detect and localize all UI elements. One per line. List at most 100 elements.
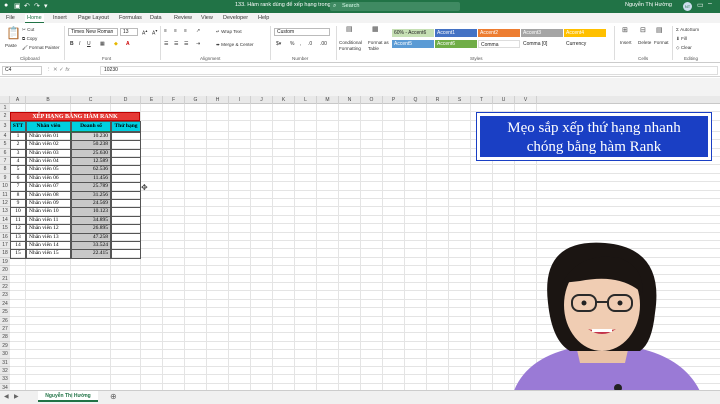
row-header-10[interactable]: 10 — [0, 182, 10, 191]
insert-cells-icon[interactable]: ⊞ — [622, 26, 628, 34]
clear-button[interactable]: ◇ Clear — [676, 45, 692, 51]
header-rank[interactable]: Thứ hạng — [111, 120, 141, 132]
style-accent4[interactable]: Accent4 — [564, 29, 606, 37]
style-60-accent6[interactable]: 60% - Accent6 — [392, 29, 434, 37]
row-header-33[interactable]: 33 — [0, 375, 10, 384]
row-header-32[interactable]: 32 — [0, 367, 10, 376]
row-header-1[interactable]: 1 — [0, 104, 10, 113]
select-all-corner[interactable] — [0, 96, 10, 104]
column-header-l[interactable]: L — [295, 96, 317, 104]
decrease-decimal-icon[interactable]: .00 — [320, 41, 327, 47]
align-middle-icon[interactable]: ≡ — [174, 28, 177, 34]
comma-style-icon[interactable]: , — [300, 41, 301, 47]
column-header-h[interactable]: H — [207, 96, 229, 104]
column-header-v[interactable]: V — [515, 96, 537, 104]
tab-view[interactable]: View — [199, 14, 215, 23]
fill-color-icon[interactable]: ◆ — [114, 41, 118, 47]
style-currency[interactable]: Currency — [564, 40, 606, 48]
percent-icon[interactable]: % — [290, 41, 294, 47]
row-header-2[interactable]: 2 — [0, 112, 10, 121]
copy-button[interactable]: ⧉ Copy — [22, 36, 37, 41]
column-header-g[interactable]: G — [185, 96, 207, 104]
row-header-4[interactable]: 4 — [0, 131, 10, 141]
format-as-table-button[interactable]: Format as Table — [368, 40, 390, 52]
orientation-icon[interactable]: ↗ — [196, 28, 200, 34]
row-header-31[interactable]: 31 — [0, 358, 10, 367]
number-format-select[interactable]: Custom — [274, 28, 330, 36]
cell-sales[interactable]: 22.415 — [71, 249, 111, 259]
row-header-5[interactable]: 5 — [0, 140, 10, 149]
row-header-25[interactable]: 25 — [0, 308, 10, 317]
style-comma-0[interactable]: Comma [0] — [521, 40, 563, 48]
tab-file[interactable]: File — [4, 14, 17, 23]
cut-button[interactable]: ✂ Cut — [22, 27, 34, 33]
column-header-r[interactable]: R — [427, 96, 449, 104]
style-accent6[interactable]: Accent6 — [435, 40, 477, 48]
row-header-18[interactable]: 18 — [0, 249, 10, 258]
borders-icon[interactable]: ▦ — [100, 41, 105, 47]
fx-icon[interactable]: ⋮ ✕ ✓ fx — [46, 67, 70, 73]
customize-qat-icon[interactable]: ▾ — [44, 2, 48, 10]
bold-button[interactable]: B — [70, 41, 74, 47]
column-header-n[interactable]: N — [339, 96, 361, 104]
autosum-button[interactable]: Σ AutoSum — [676, 27, 699, 32]
font-name-select[interactable]: Times New Roman — [68, 28, 118, 36]
style-comma[interactable]: Comma — [478, 40, 520, 48]
row-header-22[interactable]: 22 — [0, 283, 10, 292]
format-as-table-icon[interactable]: ▦ — [372, 25, 379, 33]
column-header-a[interactable]: A — [10, 96, 26, 104]
row-header-19[interactable]: 19 — [0, 257, 10, 267]
indent-icon[interactable]: ⇥ — [196, 41, 200, 47]
header-name[interactable]: Nhân viên — [26, 120, 71, 132]
format-cells-button[interactable]: Format — [654, 40, 669, 45]
font-color-icon[interactable]: A — [126, 41, 130, 47]
header-stt[interactable]: STT — [10, 120, 26, 132]
style-accent3[interactable]: Accent3 — [521, 29, 563, 37]
row-header-9[interactable]: 9 — [0, 173, 10, 183]
column-header-u[interactable]: U — [493, 96, 515, 104]
column-header-p[interactable]: P — [383, 96, 405, 104]
row-header-8[interactable]: 8 — [0, 165, 10, 174]
header-sales[interactable]: Doanh số — [71, 120, 111, 132]
name-box[interactable]: C4 — [2, 66, 42, 75]
column-header-c[interactable]: C — [71, 96, 111, 104]
column-header-k[interactable]: K — [273, 96, 295, 104]
search-box[interactable]: ⌕ Search — [330, 2, 460, 11]
row-header-7[interactable]: 7 — [0, 157, 10, 166]
style-accent5[interactable]: Accent5 — [392, 40, 434, 48]
column-header-d[interactable]: D — [111, 96, 141, 104]
row-header-17[interactable]: 17 — [0, 241, 10, 250]
align-top-icon[interactable]: ≡ — [164, 28, 167, 34]
formula-input[interactable]: 10230 — [100, 66, 718, 75]
cell-stt[interactable]: 15 — [10, 249, 26, 259]
cell-name[interactable]: Nhân viên 15 — [26, 249, 71, 259]
align-left-icon[interactable]: ☰ — [164, 41, 168, 47]
avatar[interactable]: NT — [683, 2, 692, 11]
format-cells-icon[interactable]: ▤ — [656, 26, 663, 34]
tab-page-layout[interactable]: Page Layout — [76, 14, 111, 23]
undo-icon[interactable]: ↶ — [24, 2, 30, 10]
align-bottom-icon[interactable]: ≡ — [184, 28, 187, 34]
paste-button[interactable]: Paste — [5, 43, 17, 48]
column-header-j[interactable]: J — [251, 96, 273, 104]
column-header-m[interactable]: M — [317, 96, 339, 104]
tab-home[interactable]: Home — [25, 14, 44, 23]
format-painter-button[interactable]: 🖌 Format Painter — [22, 45, 60, 51]
row-header-20[interactable]: 20 — [0, 266, 10, 275]
column-header-i[interactable]: I — [229, 96, 251, 104]
style-accent1[interactable]: Accent1 — [435, 29, 477, 37]
column-header-q[interactable]: Q — [405, 96, 427, 104]
grow-font-icon[interactable]: A▴ — [142, 28, 147, 37]
row-header-3[interactable]: 3 — [0, 120, 10, 132]
tab-help[interactable]: Help — [256, 14, 271, 23]
row-header-28[interactable]: 28 — [0, 333, 10, 342]
prev-sheet-icon[interactable]: ◀ — [4, 393, 9, 400]
user-name[interactable]: Nguyễn Thị Hường — [625, 2, 672, 8]
wrap-text-button[interactable]: ↵ Wrap Text — [216, 29, 242, 35]
tab-insert[interactable]: Insert — [51, 14, 69, 23]
column-header-o[interactable]: O — [361, 96, 383, 104]
row-header-26[interactable]: 26 — [0, 316, 10, 325]
ribbon-display-icon[interactable]: ▭ — [697, 1, 704, 9]
tab-data[interactable]: Data — [148, 14, 164, 23]
row-header-23[interactable]: 23 — [0, 291, 10, 300]
